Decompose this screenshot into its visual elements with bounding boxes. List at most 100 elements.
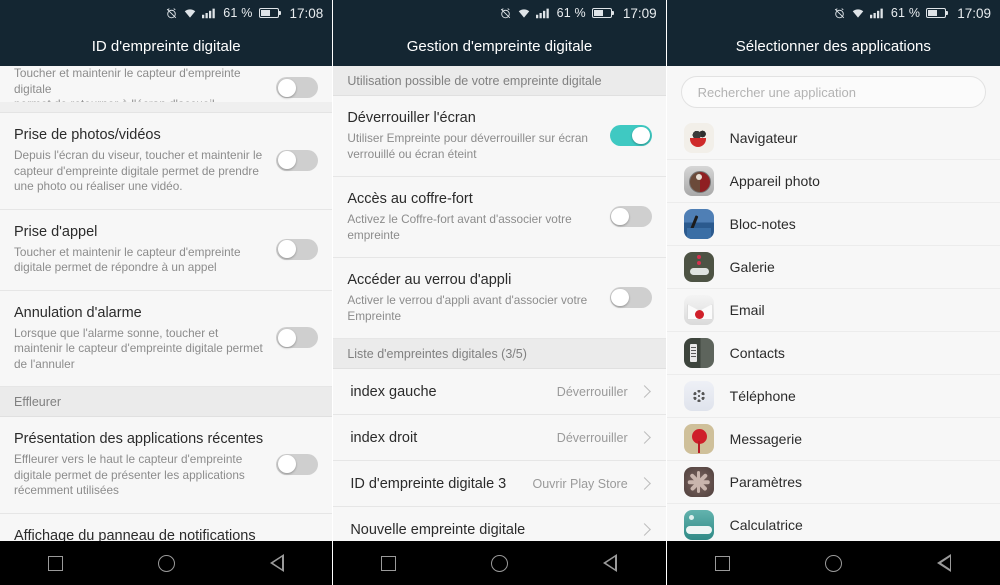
list-item-new-fingerprint[interactable]: Nouvelle empreinte digitale xyxy=(333,507,666,541)
setting-title: Prise d'appel xyxy=(14,223,98,240)
status-icons: 61 % 17:09 xyxy=(833,6,991,21)
app-name: Galerie xyxy=(729,259,775,275)
setting-text: Accéder au verrou d'appli Activer le ver… xyxy=(347,271,609,324)
navigation-bar xyxy=(333,541,666,585)
list-item-label: Nouvelle empreinte digitale xyxy=(350,521,526,538)
setting-control xyxy=(276,77,319,99)
setting-row-notification-panel[interactable]: Affichage du panneau de notifications Ef… xyxy=(0,513,333,541)
status-icons: 61 % 17:09 xyxy=(499,6,657,21)
setting-row-answer-call[interactable]: Prise d'appel Toucher et maintenir le ca… xyxy=(0,209,333,291)
signal-icon xyxy=(535,7,550,19)
chevron-right-icon xyxy=(637,431,651,444)
list-item-value: Ouvrir Play Store xyxy=(532,476,628,491)
setting-text: Accès au coffre-fort Activez le Coffre-f… xyxy=(347,190,609,243)
signal-icon xyxy=(202,7,216,19)
app-row-messagerie[interactable]: Messagerie xyxy=(666,418,1000,461)
setting-control xyxy=(276,238,319,260)
app-row-appareil-photo[interactable]: Appareil photo xyxy=(666,160,1000,203)
section-gap xyxy=(0,102,333,113)
setting-text: Présentation des applications récentes E… xyxy=(14,430,276,499)
toggle-switch-photo-video[interactable] xyxy=(276,149,319,171)
home-button[interactable] xyxy=(464,541,534,585)
recents-button[interactable] xyxy=(687,541,757,585)
settings-list[interactable]: Toucher et maintenir le capteur d'emprei… xyxy=(0,66,333,541)
app-row-email[interactable]: Email xyxy=(666,289,1000,332)
app-name: Bloc-notes xyxy=(729,216,796,232)
page-title: ID d'empreinte digitale xyxy=(0,26,333,66)
clock-label: 17:09 xyxy=(957,5,991,21)
search-input[interactable]: Rechercher une application xyxy=(680,76,986,108)
toggle-switch-recent-apps[interactable] xyxy=(276,453,319,475)
recents-button[interactable] xyxy=(20,541,90,585)
home-button[interactable] xyxy=(798,541,868,585)
search-container: Rechercher une application xyxy=(666,66,1000,117)
app-row-galerie[interactable]: Galerie xyxy=(666,246,1000,289)
toggle-switch-safe-access[interactable] xyxy=(609,206,652,227)
toggle-switch-app-lock[interactable] xyxy=(609,287,652,308)
application-list[interactable]: Rechercher une application Navigateur Ap… xyxy=(666,66,1000,541)
setting-title: Prise de photos/vidéos xyxy=(14,127,161,143)
app-row-calculatrice[interactable]: Calculatrice xyxy=(666,504,1000,541)
app-row-parametres[interactable]: Paramètres xyxy=(666,461,1000,504)
alarm-muted-icon xyxy=(833,7,846,20)
navigation-bar xyxy=(0,541,333,585)
email-icon xyxy=(683,295,714,325)
circle-icon xyxy=(490,554,508,572)
list-item-index-droit[interactable]: index droit Déverrouiller xyxy=(333,415,666,461)
setting-row-cancel-alarm[interactable]: Annulation d'alarme Lorsque que l'alarme… xyxy=(0,290,333,387)
setting-row-unlock-screen[interactable]: Déverrouiller l'écran Utiliser Empreinte… xyxy=(333,96,666,177)
setting-description: Toucher et maintenir le capteur d'emprei… xyxy=(14,66,241,96)
toggle-switch-answer-call[interactable] xyxy=(276,238,319,260)
list-item-fingerprint-3[interactable]: ID d'empreinte digitale 3 Ouvrir Play St… xyxy=(333,461,666,507)
setting-row-partial[interactable]: Toucher et maintenir le capteur d'emprei… xyxy=(0,66,333,102)
app-name: Calculatrice xyxy=(729,517,803,533)
toggle-switch-unlock-screen[interactable] xyxy=(609,125,652,146)
setting-description: Activer le verrou d'appli avant d'associ… xyxy=(347,293,588,323)
app-row-navigateur[interactable]: Navigateur xyxy=(666,117,1000,160)
setting-text: Toucher et maintenir le capteur d'emprei… xyxy=(14,66,276,102)
browser-icon xyxy=(683,123,714,153)
square-icon xyxy=(47,555,63,571)
toggle-switch[interactable] xyxy=(276,77,319,99)
toggle-switch-cancel-alarm[interactable] xyxy=(276,327,319,349)
setting-row-recent-apps[interactable]: Présentation des applications récentes E… xyxy=(0,417,333,514)
setting-description: Lorsque que l'alarme sonne, toucher et m… xyxy=(14,325,263,371)
setting-description: Toucher et maintenir le capteur d'emprei… xyxy=(14,244,241,275)
setting-row-safe-access[interactable]: Accès au coffre-fort Activez le Coffre-f… xyxy=(333,177,666,258)
setting-control xyxy=(609,125,652,146)
setting-control xyxy=(276,149,319,171)
setting-row-photo-video[interactable]: Prise de photos/vidéos Depuis l'écran du… xyxy=(0,113,333,210)
setting-title: Annulation d'alarme xyxy=(14,304,142,321)
square-icon xyxy=(381,555,397,571)
back-button[interactable] xyxy=(909,541,979,585)
app-name: Appareil photo xyxy=(729,173,820,189)
setting-text: Prise d'appel Toucher et maintenir le ca… xyxy=(14,223,276,276)
setting-row-app-lock[interactable]: Accéder au verrou d'appli Activer le ver… xyxy=(333,258,666,339)
setting-title: Accès au coffre-fort xyxy=(347,191,473,207)
back-button[interactable] xyxy=(575,541,645,585)
battery-percent-label: 61 % xyxy=(223,6,253,20)
circle-icon xyxy=(157,554,175,572)
list-item-index-gauche[interactable]: index gauche Déverrouiller xyxy=(333,369,666,415)
app-row-contacts[interactable]: Contacts xyxy=(666,332,1000,375)
recents-button[interactable] xyxy=(354,541,424,585)
setting-description: Effleurer vers le haut le capteur d'empr… xyxy=(14,452,245,497)
phone-screen-select-applications: 61 % 17:09 Sélectionner des applications… xyxy=(666,0,1000,585)
messaging-icon xyxy=(683,424,714,454)
setting-text: Prise de photos/vidéos Depuis l'écran du… xyxy=(14,126,276,195)
battery-icon xyxy=(591,8,614,18)
section-header-swipe: Effleurer xyxy=(0,387,333,417)
gallery-icon xyxy=(683,252,714,282)
status-bar: 61 % 17:08 xyxy=(0,0,333,26)
triangle-back-icon xyxy=(937,554,952,572)
app-row-bloc-notes[interactable]: Bloc-notes xyxy=(666,203,1000,246)
back-button[interactable] xyxy=(242,541,312,585)
app-row-telephone[interactable]: Téléphone xyxy=(666,375,1000,418)
home-button[interactable] xyxy=(131,541,201,585)
phone-icon xyxy=(683,381,714,411)
setting-description: Utiliser Empreinte pour déverrouiller su… xyxy=(347,131,588,161)
list-item-label: ID d'empreinte digitale 3 xyxy=(350,475,507,492)
page-title: Gestion d'empreinte digitale xyxy=(333,26,666,66)
wifi-icon xyxy=(517,7,531,19)
fingerprint-management-list[interactable]: Utilisation possible de votre empreinte … xyxy=(333,66,666,541)
